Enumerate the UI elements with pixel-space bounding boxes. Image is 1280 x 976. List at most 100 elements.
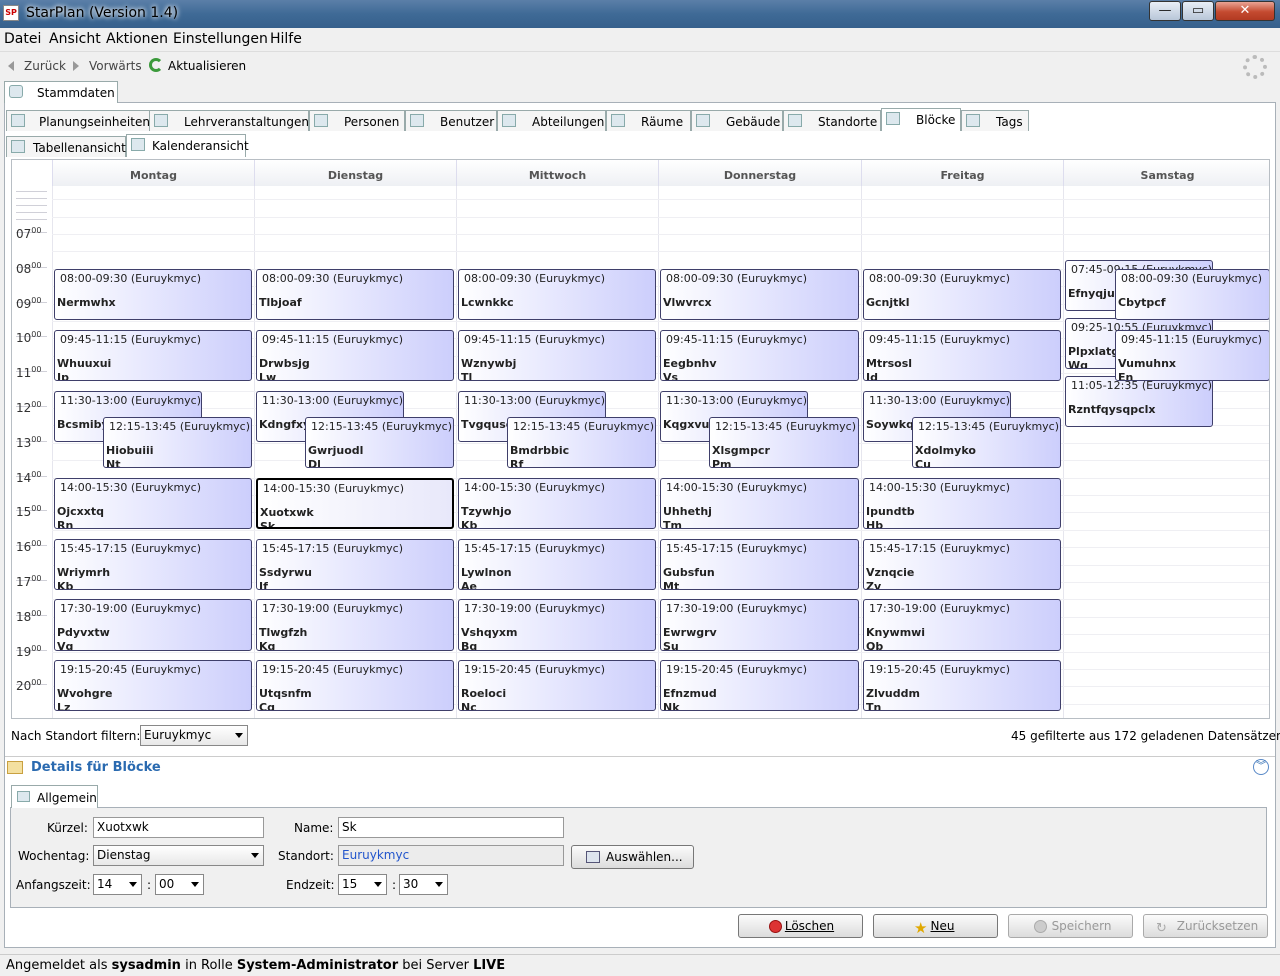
- event-code: Wg: [1068, 359, 1089, 370]
- tab-benutzer[interactable]: Benutzer: [405, 110, 497, 131]
- auswaehlen-button[interactable]: Auswählen...: [571, 845, 694, 869]
- view-tab-kalenderansicht[interactable]: Kalenderansicht: [126, 134, 249, 157]
- hour-label-20: 2000: [16, 678, 41, 693]
- new-button[interactable]: ★ Neu: [873, 914, 998, 938]
- anfang-hour-select[interactable]: 14: [93, 874, 142, 895]
- menu-item-datei[interactable]: Datei: [4, 31, 41, 47]
- menu-item-hilfe[interactable]: Hilfe: [270, 31, 302, 47]
- calendar-event[interactable]: 19:15-20:45 (Euruykmyc) Zlvuddm Tn: [863, 660, 1061, 712]
- event-code: Cq: [259, 701, 275, 712]
- calendar-event[interactable]: 14:00-15:30 (Euruykmyc) Uhhethj Tm: [660, 477, 859, 529]
- calendar-event[interactable]: 12:15-13:45 (Euruykmyc) Bmdrbbic Rf: [507, 416, 656, 468]
- event-code: Rn: [57, 518, 74, 529]
- ende-minute-select[interactable]: 30: [399, 874, 448, 895]
- tab-allgemein[interactable]: Allgemein: [11, 785, 98, 808]
- calendar-event[interactable]: 15:45-17:15 (Euruykmyc) Lywlnon Ae: [458, 538, 656, 590]
- event-code: Dl: [308, 457, 321, 468]
- calendar-event[interactable]: 08:00-09:30 (Euruykmyc) Gcnjtkl: [863, 268, 1061, 320]
- calendar-event[interactable]: 08:00-09:30 (Euruykmyc) Cbytpcf: [1115, 268, 1269, 320]
- tab-gebäude[interactable]: Gebäude: [691, 110, 783, 131]
- calendar-event[interactable]: 19:15-20:45 (Euruykmyc) Wvohgre Lz: [54, 660, 252, 712]
- anfang-minute-select[interactable]: 00: [155, 874, 204, 895]
- calendar-event[interactable]: 14:00-15:30 (Euruykmyc) Xuotxwk Sk: [256, 477, 454, 529]
- reset-button[interactable]: ↻ Zurücksetzen: [1143, 914, 1268, 938]
- calendar-event[interactable]: 09:45-11:15 (Euruykmyc) Whuuxui Jp: [54, 329, 252, 381]
- calendar-event[interactable]: 09:45-11:15 (Euruykmyc) Drwbsjg Lw: [256, 329, 454, 381]
- calendar-event[interactable]: 17:30-19:00 (Euruykmyc) Knywmwi Qb: [863, 599, 1061, 651]
- tab-standorte[interactable]: Standorte: [783, 110, 881, 131]
- save-button[interactable]: Speichern: [1008, 914, 1133, 938]
- event-time: 08:00-09:30 (Euruykmyc): [262, 271, 404, 285]
- calendar-event[interactable]: 08:00-09:30 (Euruykmyc) Lcwnkkc: [458, 268, 656, 320]
- calendar-event[interactable]: 17:30-19:00 (Euruykmyc) Pdyvxtw Vg: [54, 599, 252, 651]
- kuerzel-input[interactable]: Xuotxwk: [93, 817, 264, 838]
- calendar-event[interactable]: 19:15-20:45 (Euruykmyc) Roeloci Nc: [458, 660, 656, 712]
- tab-label: Tags: [996, 115, 1023, 129]
- calendar-event[interactable]: 14:00-15:30 (Euruykmyc) Ojcxxtq Rn: [54, 477, 252, 529]
- event-time: 19:15-20:45 (Euruykmyc): [869, 663, 1011, 677]
- hour-minutes: 00: [31, 574, 42, 583]
- calendar-event[interactable]: 09:45-11:15 (Euruykmyc) Eegbnhv Vs: [660, 329, 859, 381]
- wochentag-label: Wochentag:: [18, 849, 90, 863]
- tab-abteilungen-icon: [502, 114, 516, 127]
- calendar-event[interactable]: 15:45-17:15 (Euruykmyc) Wriymrh Kb: [54, 538, 252, 590]
- calendar-event[interactable]: 09:45-11:15 (Euruykmyc) Wznywbj Tl: [458, 329, 656, 381]
- calendar-event[interactable]: 11:05-12:35 (Euruykmyc) Rzntfqysqpclx: [1065, 376, 1213, 428]
- close-button[interactable]: ✕: [1215, 1, 1275, 21]
- ende-hour-select[interactable]: 15: [338, 874, 387, 895]
- wochentag-select[interactable]: Dienstag: [93, 845, 264, 866]
- calendar-event[interactable]: 19:15-20:45 (Euruykmyc) Efnzmud Nk: [660, 660, 859, 712]
- calendar-event[interactable]: 14:00-15:30 (Euruykmyc) Ipundtb Hb: [863, 477, 1061, 529]
- tab-stammdaten[interactable]: Stammdaten: [4, 81, 118, 103]
- forward-button[interactable]: Vorwärts: [89, 59, 142, 73]
- calendar-event[interactable]: 15:45-17:15 (Euruykmyc) Gubsfun Mt: [660, 538, 859, 590]
- menu-item-einstellungen[interactable]: Einstellungen: [173, 31, 268, 47]
- tab-planungseinheiten[interactable]: Planungseinheiten: [6, 110, 150, 131]
- calendar-event[interactable]: 12:15-13:45 (Euruykmyc) Xlsgmpcr Pm: [709, 416, 859, 468]
- tab-tags[interactable]: Tags: [961, 110, 1029, 131]
- save-label: Speichern: [1051, 919, 1112, 933]
- event-time: 11:30-13:00 (Euruykmyc): [464, 393, 606, 407]
- event-code: Hb: [866, 518, 884, 529]
- calendar-event[interactable]: 08:00-09:30 (Euruykmyc) Nermwhx: [54, 268, 252, 320]
- calendar-event[interactable]: 17:30-19:00 (Euruykmyc) Tlwgfzh Kg: [256, 599, 454, 651]
- status-role-prefix: in Rolle: [185, 958, 233, 973]
- week-calendar[interactable]: Montag Dienstag Mittwoch Donnerstag Freitag S…: [11, 159, 1270, 719]
- calendar-event[interactable]: 09:45-11:15 (Euruykmyc) Vumuhnx En: [1115, 329, 1269, 381]
- calendar-event[interactable]: 08:00-09:30 (Euruykmyc) Tlbjoaf: [256, 268, 454, 320]
- view-tab-tabellenansicht[interactable]: Tabellenansicht: [6, 136, 126, 157]
- tab-abteilungen[interactable]: Abteilungen: [497, 110, 606, 131]
- calendar-event[interactable]: 12:15-13:45 (Euruykmyc) Gwrjuodl Dl: [305, 416, 454, 468]
- calendar-event[interactable]: 12:15-13:45 (Euruykmyc) Xdolmyko Cu: [912, 416, 1061, 468]
- standort-filter-select[interactable]: Euruykmyc: [140, 725, 248, 746]
- menu-item-ansicht[interactable]: Ansicht: [49, 31, 101, 47]
- tab-räume[interactable]: Räume: [606, 110, 691, 131]
- back-button[interactable]: Zurück: [24, 59, 66, 73]
- tab-personen[interactable]: Personen: [309, 110, 405, 131]
- tab-blöcke[interactable]: Blöcke: [881, 108, 961, 131]
- calendar-event[interactable]: 15:45-17:15 (Euruykmyc) Vznqcie Zv: [863, 538, 1061, 590]
- calendar-event[interactable]: 19:15-20:45 (Euruykmyc) Utqsnfm Cq: [256, 660, 454, 712]
- maximize-button[interactable]: ▭: [1182, 1, 1214, 21]
- tab-lehrveranstaltungen[interactable]: Lehrveranstaltungen: [149, 110, 309, 131]
- calendar-event[interactable]: 09:45-11:15 (Euruykmyc) Mtrsosl Id: [863, 329, 1061, 381]
- menu-item-aktionen[interactable]: Aktionen: [106, 31, 168, 47]
- calendar-event[interactable]: 15:45-17:15 (Euruykmyc) Ssdyrwu If: [256, 538, 454, 590]
- calendar-event[interactable]: 12:15-13:45 (Euruykmyc) Hiobuiii Nt: [103, 416, 252, 468]
- calendar-event[interactable]: 17:30-19:00 (Euruykmyc) Ewrwgrv Su: [660, 599, 859, 651]
- day-column-line: [254, 186, 255, 718]
- delete-button[interactable]: Löschen: [738, 914, 863, 938]
- calendar-event[interactable]: 14:00-15:30 (Euruykmyc) Tzywhjo Kb: [458, 477, 656, 529]
- event-code: Qb: [866, 640, 884, 651]
- nav-bar: Zurück Vorwärts Aktualisieren: [0, 53, 1280, 79]
- collapse-icon[interactable]: ︾: [1253, 759, 1269, 775]
- calendar-event[interactable]: 08:00-09:30 (Euruykmyc) Vlwvrcx: [660, 268, 859, 320]
- name-input[interactable]: Sk: [338, 817, 564, 838]
- tab-label: Räume: [641, 115, 684, 129]
- filter-label: Nach Standort filtern:: [11, 729, 141, 743]
- minimize-button[interactable]: —: [1149, 1, 1181, 21]
- refresh-button[interactable]: Aktualisieren: [168, 59, 246, 73]
- details-header[interactable]: Details für Blöcke ︾: [5, 756, 1275, 778]
- ende-minute-value: 30: [403, 877, 419, 891]
- calendar-event[interactable]: 17:30-19:00 (Euruykmyc) Vshqyxm Bq: [458, 599, 656, 651]
